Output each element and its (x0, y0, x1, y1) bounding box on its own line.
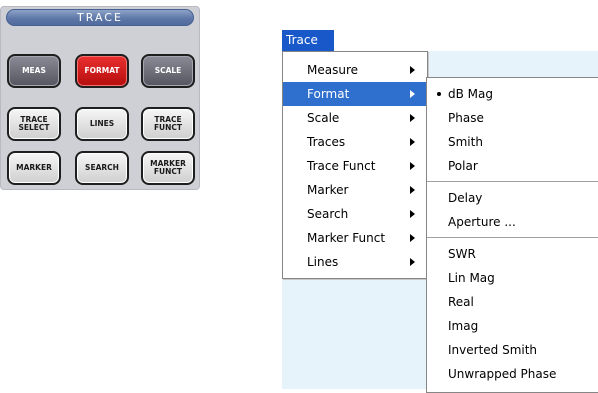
format-submenu: dB Mag Phase Smith Polar Delay Aperture … (426, 77, 598, 393)
submenu-item-label: Imag (448, 319, 479, 333)
submenu-item-label: Polar (448, 159, 478, 173)
marker-key[interactable]: MARKER (7, 151, 61, 185)
submenu-arrow-icon (410, 234, 415, 242)
menu-item-search[interactable]: Search (283, 202, 427, 226)
trace-funct-key[interactable]: TRACE FUNCT (141, 107, 195, 141)
submenu-item-real[interactable]: Real (427, 290, 598, 314)
submenu-item-label: Real (448, 295, 474, 309)
trace-menu: Measure Format Scale Traces Trace Funct … (282, 51, 428, 279)
panel-header-trace: TRACE (6, 9, 194, 26)
submenu-item-label: Inverted Smith (448, 343, 538, 357)
menu-item-marker[interactable]: Marker (283, 178, 427, 202)
submenu-arrow-icon (410, 90, 415, 98)
submenu-item-polar[interactable]: Polar (427, 154, 598, 178)
format-key[interactable]: FORMAT (75, 54, 129, 88)
menu-item-label: Marker (307, 183, 349, 197)
submenu-item-label: Aperture ... (448, 215, 516, 229)
submenu-item-label: Unwrapped Phase (448, 367, 557, 381)
submenu-item-label: Smith (448, 135, 483, 149)
submenu-arrow-icon (410, 162, 415, 170)
menu-item-measure[interactable]: Measure (283, 58, 427, 82)
submenu-arrow-icon (410, 114, 415, 122)
search-key[interactable]: SEARCH (75, 151, 129, 185)
menu-item-label: Search (307, 207, 349, 221)
submenu-item-unwrapped-phase[interactable]: Unwrapped Phase (427, 362, 598, 386)
submenu-item-label: Lin Mag (448, 271, 495, 285)
submenu-item-label: SWR (448, 247, 476, 261)
submenu-item-smith[interactable]: Smith (427, 130, 598, 154)
submenu-arrow-icon (410, 138, 415, 146)
submenu-item-db-mag[interactable]: dB Mag (427, 82, 598, 106)
submenu-item-aperture[interactable]: Aperture ... (427, 210, 598, 234)
meas-key[interactable]: MEAS (7, 54, 61, 88)
menu-item-label: Scale (307, 111, 340, 125)
submenu-item-imag[interactable]: Imag (427, 314, 598, 338)
marker-funct-key[interactable]: MARKER FUNCT (141, 151, 195, 185)
menu-item-label: Lines (307, 255, 339, 269)
submenu-item-label: Phase (448, 111, 484, 125)
submenu-arrow-icon (410, 66, 415, 74)
submenu-item-swr[interactable]: SWR (427, 242, 598, 266)
menu-item-label: Format (307, 87, 350, 101)
scale-key[interactable]: SCALE (141, 54, 195, 88)
menu-item-lines[interactable]: Lines (283, 250, 427, 274)
menu-item-trace-funct[interactable]: Trace Funct (283, 154, 427, 178)
submenu-item-label: Delay (448, 191, 483, 205)
trace-key-panel: TRACE MEAS FORMAT SCALE TRACE SELECT LIN… (0, 6, 200, 190)
trace-select-key[interactable]: TRACE SELECT (7, 107, 61, 141)
submenu-arrow-icon (410, 210, 415, 218)
menu-item-label: Trace Funct (307, 159, 376, 173)
menu-item-format[interactable]: Format (283, 82, 427, 106)
submenu-arrow-icon (410, 258, 415, 266)
menubar-item-trace[interactable]: Trace (282, 30, 334, 51)
lines-key[interactable]: LINES (75, 107, 129, 141)
menu-item-marker-funct[interactable]: Marker Funct (283, 226, 427, 250)
menu-item-label: Traces (307, 135, 346, 149)
selected-bullet-icon (437, 92, 441, 96)
menu-item-traces[interactable]: Traces (283, 130, 427, 154)
menu-item-scale[interactable]: Scale (283, 106, 427, 130)
menubar (334, 30, 598, 51)
menu-item-label: Marker Funct (307, 231, 386, 245)
submenu-item-phase[interactable]: Phase (427, 106, 598, 130)
submenu-item-inverted-smith[interactable]: Inverted Smith (427, 338, 598, 362)
submenu-item-delay[interactable]: Delay (427, 186, 598, 210)
submenu-arrow-icon (410, 186, 415, 194)
menu-item-label: Measure (307, 63, 358, 77)
menu-separator (427, 181, 598, 182)
submenu-item-label: dB Mag (448, 87, 493, 101)
menu-separator (427, 237, 598, 238)
submenu-item-lin-mag[interactable]: Lin Mag (427, 266, 598, 290)
